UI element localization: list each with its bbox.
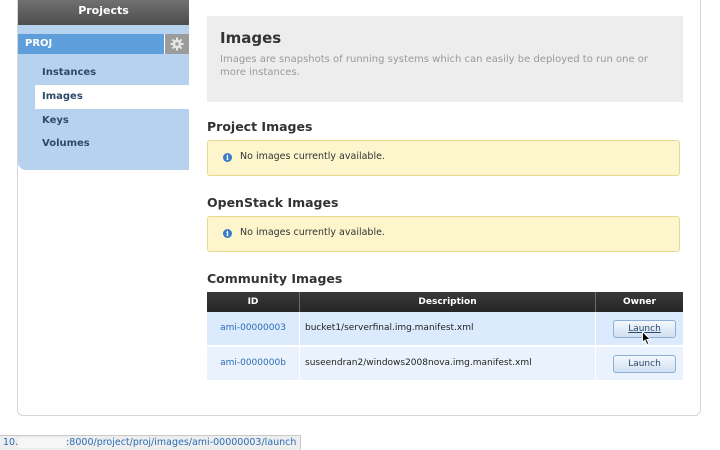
page: Projects PROJ Instances Images Keys Volu…: [0, 0, 720, 450]
info-icon: i: [223, 153, 232, 162]
image-id-link[interactable]: ami-00000003: [207, 312, 300, 345]
project-name: PROJ: [25, 38, 53, 49]
info-icon: i: [223, 229, 232, 238]
openstack-images-heading: OpenStack Images: [207, 195, 339, 210]
project-images-heading: Project Images: [207, 119, 313, 134]
openstack-images-alert: i No images currently available.: [207, 216, 680, 252]
status-url-prefix: 10.: [3, 437, 19, 448]
column-header-id: ID: [207, 292, 300, 312]
table-row: ami-0000000b suseendran2/windows2008nova…: [207, 347, 683, 380]
sidebar-item-volumes[interactable]: Volumes: [18, 132, 189, 156]
project-selector[interactable]: PROJ: [18, 34, 189, 54]
sidebar-header: Projects: [18, 0, 189, 25]
status-url: :8000/project/proj/images/ami-00000003/l…: [66, 437, 297, 448]
status-bar: 10. :8000/project/proj/images/ami-0000000…: [0, 435, 302, 450]
page-intro: Images Images are snapshots of running s…: [207, 16, 683, 102]
sidebar: Projects PROJ Instances Images Keys Volu…: [18, 0, 189, 170]
redacted-host: [18, 437, 67, 448]
image-id-link[interactable]: ami-0000000b: [207, 347, 300, 380]
sidebar-item-images[interactable]: Images: [35, 85, 189, 109]
column-header-owner: Owner: [596, 292, 683, 312]
page-description: Images are snapshots of running systems …: [220, 54, 648, 78]
owner-cell: Launch: [596, 347, 683, 380]
alert-message: No images currently available.: [240, 151, 385, 162]
owner-cell: Launch: [596, 312, 683, 345]
sidebar-item-keys[interactable]: Keys: [18, 109, 189, 133]
table-row: ami-00000003 bucket1/serverfinal.img.man…: [207, 312, 683, 345]
launch-button[interactable]: Launch: [613, 355, 676, 373]
settings-button[interactable]: [164, 34, 189, 54]
column-header-description: Description: [300, 292, 596, 312]
project-images-alert: i No images currently available.: [207, 140, 680, 176]
sidebar-item-instances[interactable]: Instances: [18, 61, 189, 85]
mouse-pointer-icon: [642, 331, 652, 346]
community-images-heading: Community Images: [207, 271, 343, 286]
gear-icon: [170, 37, 184, 51]
image-description: suseendran2/windows2008nova.img.manifest…: [300, 347, 596, 380]
alert-message: No images currently available.: [240, 227, 385, 238]
page-title: Images: [220, 29, 282, 47]
image-description: bucket1/serverfinal.img.manifest.xml: [300, 312, 596, 345]
